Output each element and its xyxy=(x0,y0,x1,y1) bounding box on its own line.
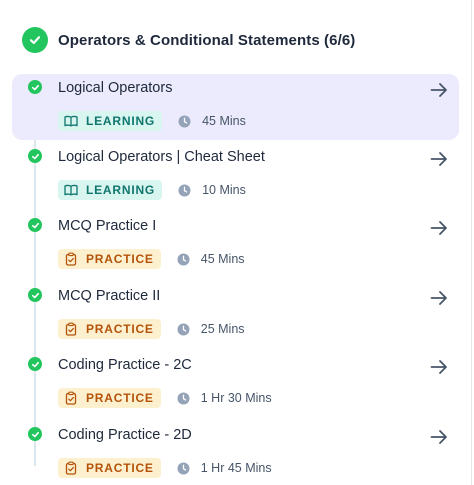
book-icon xyxy=(64,114,78,128)
lesson-duration: 45 Mins xyxy=(202,114,246,128)
lesson-complete-check-icon xyxy=(28,80,42,94)
lesson-type-badge: PRACTICE xyxy=(58,319,161,339)
lesson-type-badge: PRACTICE xyxy=(58,249,161,269)
arrow-right-icon[interactable] xyxy=(429,218,449,238)
lesson-title[interactable]: MCQ Practice I xyxy=(58,218,156,234)
lesson-item[interactable]: Logical Operators LEARNING 45 Mins xyxy=(12,74,459,140)
lesson-duration: 45 Mins xyxy=(200,252,245,266)
lesson-title[interactable]: MCQ Practice II xyxy=(58,288,160,304)
lesson-duration: 1 Hr 30 Mins xyxy=(200,391,272,405)
lesson-complete-check-icon xyxy=(28,357,42,371)
lesson-complete-check-icon xyxy=(28,427,42,441)
lesson-type-label: LEARNING xyxy=(86,183,156,197)
lesson-duration: 10 Mins xyxy=(202,183,246,197)
lesson-item[interactable]: Coding Practice - 2C PRACTICE 1 Hr 30 Mins xyxy=(12,351,459,417)
arrow-right-icon[interactable] xyxy=(429,149,449,169)
lesson-type-label: PRACTICE xyxy=(86,252,154,266)
clock-icon xyxy=(178,115,191,128)
clipboard-check-icon xyxy=(64,391,78,405)
lesson-meta: LEARNING 10 Mins xyxy=(58,180,246,200)
arrow-right-icon[interactable] xyxy=(429,80,449,100)
section-header[interactable]: Operators & Conditional Statements (6/6) xyxy=(22,26,355,54)
lesson-type-label: LEARNING xyxy=(86,114,156,128)
lesson-type-label: PRACTICE xyxy=(86,391,154,405)
lesson-meta: PRACTICE 25 Mins xyxy=(58,319,245,339)
arrow-right-icon[interactable] xyxy=(429,427,449,447)
lesson-duration: 25 Mins xyxy=(200,322,245,336)
lesson-type-badge: PRACTICE xyxy=(58,458,161,478)
lesson-title[interactable]: Coding Practice - 2C xyxy=(58,357,192,373)
lesson-type-label: PRACTICE xyxy=(86,461,154,475)
lesson-type-badge: PRACTICE xyxy=(58,388,161,408)
section-title: Operators & Conditional Statements (6/6) xyxy=(58,31,356,49)
lesson-complete-check-icon xyxy=(28,149,42,163)
lesson-type-label: PRACTICE xyxy=(86,322,154,336)
lesson-complete-check-icon xyxy=(28,218,42,232)
arrow-right-icon[interactable] xyxy=(429,357,449,377)
arrow-right-icon[interactable] xyxy=(429,288,449,308)
clock-icon xyxy=(177,323,190,336)
lesson-item[interactable]: MCQ Practice I PRACTICE 45 Mins xyxy=(12,212,459,278)
section-complete-check-icon xyxy=(22,27,48,53)
lesson-item[interactable]: Logical Operators | Cheat Sheet LEARNING 1… xyxy=(12,143,459,209)
lesson-type-badge: LEARNING xyxy=(58,180,163,200)
clipboard-check-icon xyxy=(64,461,78,475)
clock-icon xyxy=(178,184,191,197)
clipboard-check-icon xyxy=(64,322,78,336)
lesson-item[interactable]: MCQ Practice II PRACTICE 25 Mins xyxy=(12,282,459,348)
lesson-title[interactable]: Logical Operators | Cheat Sheet xyxy=(58,149,265,165)
lesson-meta: LEARNING 45 Mins xyxy=(58,111,246,131)
lesson-duration: 1 Hr 45 Mins xyxy=(200,461,272,475)
lesson-item[interactable]: Coding Practice - 2D PRACTICE 1 Hr 45 Mins xyxy=(12,421,459,485)
clock-icon xyxy=(177,253,190,266)
clock-icon xyxy=(177,392,190,405)
lesson-title[interactable]: Coding Practice - 2D xyxy=(58,427,192,443)
lesson-complete-check-icon xyxy=(28,288,42,302)
lesson-type-badge: LEARNING xyxy=(58,111,163,131)
lesson-title[interactable]: Logical Operators xyxy=(58,80,172,96)
lesson-meta: PRACTICE 45 Mins xyxy=(58,249,245,269)
lesson-meta: PRACTICE 1 Hr 45 Mins xyxy=(58,458,272,478)
lesson-meta: PRACTICE 1 Hr 30 Mins xyxy=(58,388,272,408)
clock-icon xyxy=(177,462,190,475)
book-icon xyxy=(64,183,78,197)
clipboard-check-icon xyxy=(64,252,78,266)
course-section-card: Operators & Conditional Statements (6/6)… xyxy=(0,0,472,485)
